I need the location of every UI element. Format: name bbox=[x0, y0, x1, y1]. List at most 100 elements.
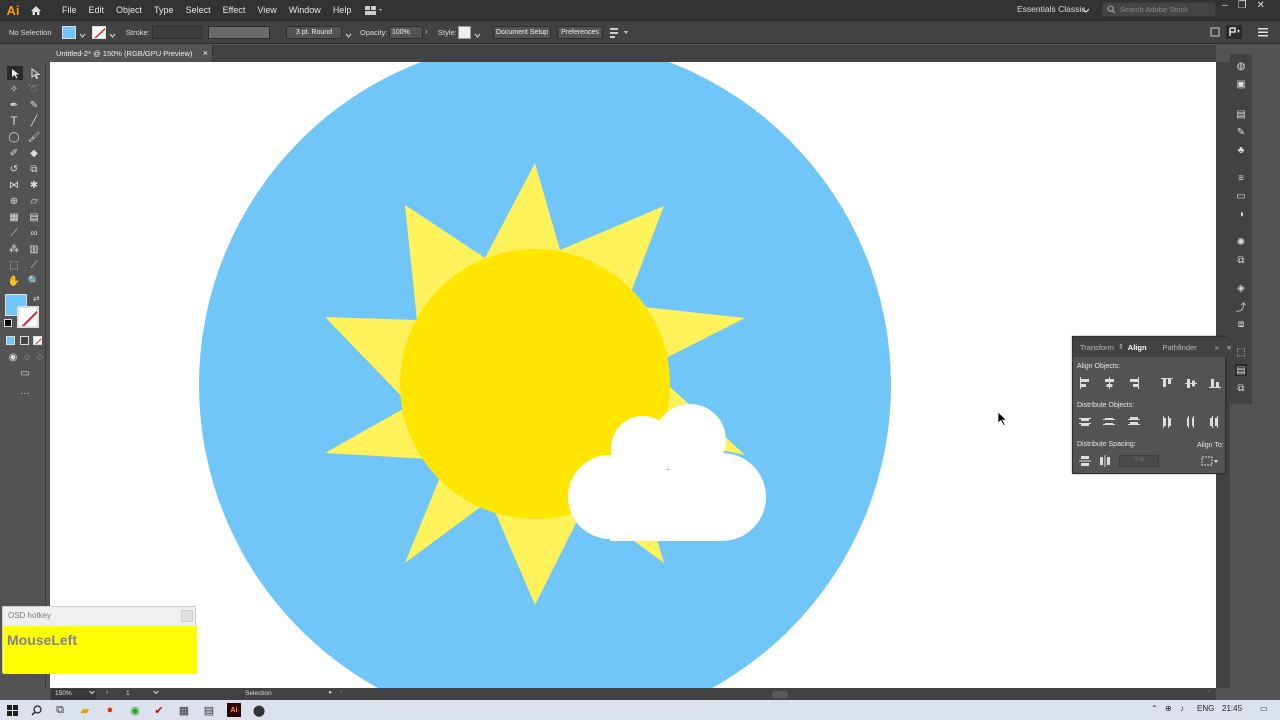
puppet-warp-tool-icon[interactable]: ✱ bbox=[27, 178, 41, 192]
chevron-right-icon[interactable]: › bbox=[425, 27, 428, 36]
notifications-icon[interactable]: ▭ bbox=[1260, 704, 1268, 713]
menu-file[interactable]: File bbox=[56, 5, 83, 15]
slice-tool-icon[interactable]: ⟋ bbox=[27, 258, 41, 272]
obs-icon[interactable]: ⬤ bbox=[252, 703, 266, 717]
pathfinder-icon[interactable]: ⧉ bbox=[1235, 382, 1247, 394]
language-indicator[interactable]: ENG bbox=[1197, 704, 1214, 713]
horizontal-align-right-icon[interactable] bbox=[1128, 377, 1140, 389]
shape-builder-tool-icon[interactable]: ⊕ bbox=[7, 194, 21, 208]
libraries-icon[interactable]: ◍ bbox=[1235, 60, 1247, 72]
chevron-down-icon[interactable] bbox=[109, 29, 116, 41]
pen-tool-icon[interactable]: ✒ bbox=[7, 98, 21, 112]
horizontal-distribute-center-icon[interactable] bbox=[1185, 416, 1197, 428]
artboard-number[interactable]: 1 bbox=[126, 690, 130, 697]
gradient-tool-icon[interactable]: ▤ bbox=[27, 210, 41, 224]
selection-tool-icon[interactable] bbox=[7, 66, 23, 80]
panel-menu-icon[interactable]: ≡ bbox=[1223, 343, 1235, 352]
scroll-left-icon[interactable]: ‹ bbox=[340, 688, 342, 695]
horizontal-distribute-left-icon[interactable] bbox=[1161, 416, 1173, 428]
menu-select[interactable]: Select bbox=[180, 5, 217, 15]
app-icon[interactable]: ✔ bbox=[152, 703, 166, 717]
previous-artboard-icon[interactable]: ‹ bbox=[106, 689, 108, 696]
lasso-tool-icon[interactable]: ➰ bbox=[27, 82, 41, 96]
graphic-style-swatch[interactable] bbox=[458, 26, 471, 39]
stroke-panel-icon[interactable]: ≡ bbox=[1235, 172, 1247, 184]
symbols-icon[interactable]: ♣ bbox=[1235, 144, 1247, 156]
chevron-down-icon[interactable] bbox=[79, 29, 86, 41]
workspace-switcher[interactable]: Essentials Classic bbox=[1017, 4, 1086, 14]
fill-swatch[interactable] bbox=[62, 26, 76, 39]
document-tab[interactable]: Untitled-2* @ 150% (RGB/GPU Preview) × bbox=[50, 45, 213, 62]
scale-tool-icon[interactable]: ⧉ bbox=[27, 162, 41, 176]
curvature-tool-icon[interactable]: ✎ bbox=[27, 98, 41, 112]
volume-icon[interactable]: ♪ bbox=[1180, 704, 1184, 713]
show-hidden-icons[interactable]: ⌃ bbox=[1151, 704, 1158, 713]
eraser-tool-icon[interactable]: ◆ bbox=[27, 146, 41, 160]
tab-transform[interactable]: Transform bbox=[1076, 343, 1118, 352]
variable-width-profile[interactable] bbox=[208, 26, 270, 39]
clock[interactable]: 21:45 bbox=[1222, 704, 1242, 713]
horizontal-distribute-right-icon[interactable] bbox=[1209, 416, 1221, 428]
mesh-tool-icon[interactable]: ▦ bbox=[7, 210, 21, 224]
more-tools-icon[interactable]: ··· bbox=[16, 386, 34, 400]
transform-panel-icon[interactable]: ⬚ bbox=[1235, 346, 1247, 358]
arrange-icon[interactable] bbox=[610, 27, 632, 41]
chevron-down-icon[interactable] bbox=[1082, 5, 1090, 17]
horizontal-scroll-thumb[interactable] bbox=[772, 691, 788, 698]
arrange-documents-button[interactable] bbox=[365, 5, 383, 15]
ellipse-tool-icon[interactable]: ◯ bbox=[7, 130, 21, 144]
chrome-icon[interactable]: ◉ bbox=[128, 703, 142, 717]
layers-icon[interactable]: ◈ bbox=[1235, 282, 1247, 294]
eyedropper-tool-icon[interactable]: ⟋ bbox=[7, 226, 21, 240]
menu-effect[interactable]: Effect bbox=[217, 5, 252, 15]
zoom-tool-icon[interactable]: 🔍 bbox=[27, 274, 41, 288]
stroke-weight-input[interactable] bbox=[152, 26, 202, 39]
none-mode-icon[interactable] bbox=[33, 336, 42, 345]
app-icon[interactable]: ▤ bbox=[202, 703, 216, 717]
document-setup-button[interactable]: Document Setup bbox=[493, 26, 551, 39]
vertical-distribute-bottom-icon[interactable] bbox=[1128, 416, 1140, 428]
artboard-canvas[interactable] bbox=[50, 62, 1216, 688]
illustrator-taskbar-icon[interactable]: Ai bbox=[227, 703, 241, 717]
status-menu-icon[interactable]: ▸ bbox=[329, 688, 332, 696]
color-guide-icon[interactable]: ▤ bbox=[1235, 108, 1247, 120]
horizontal-distribute-space-icon[interactable] bbox=[1099, 455, 1111, 467]
collapse-panel-icon[interactable]: » bbox=[1211, 343, 1223, 352]
task-view-icon[interactable]: ⧉ bbox=[53, 703, 67, 717]
artboards-icon[interactable]: ⧈ bbox=[1235, 318, 1247, 330]
asset-export-icon[interactable]: ⤴ bbox=[1235, 300, 1247, 314]
type-tool-icon[interactable]: T bbox=[7, 114, 21, 128]
chevron-down-icon[interactable] bbox=[345, 29, 352, 41]
default-colors-icon[interactable] bbox=[4, 319, 12, 327]
scroll-right-icon[interactable]: › bbox=[1208, 688, 1210, 695]
file-explorer-icon[interactable]: ▰ bbox=[78, 703, 92, 717]
chevron-down-icon[interactable] bbox=[89, 690, 95, 697]
appearance-icon[interactable]: ✺ bbox=[1235, 236, 1247, 248]
restore-icon[interactable]: ❐ bbox=[1238, 0, 1247, 11]
menu-object[interactable]: Object bbox=[110, 5, 148, 15]
menu-help[interactable]: Help bbox=[327, 5, 358, 15]
menu-edit[interactable]: Edit bbox=[83, 5, 111, 15]
line-tool-icon[interactable]: ╱ bbox=[27, 114, 41, 128]
align-to-selection-icon[interactable] bbox=[1201, 455, 1219, 467]
tab-pathfinder[interactable]: Pathfinder bbox=[1159, 343, 1201, 352]
hand-tool-icon[interactable]: ✋ bbox=[7, 274, 21, 288]
menu-window[interactable]: Window bbox=[283, 5, 327, 15]
artboard-tool-icon[interactable]: ⬚ bbox=[7, 258, 21, 272]
osd-close-button[interactable] bbox=[181, 610, 193, 622]
menu-view[interactable]: View bbox=[251, 5, 282, 15]
firefox-icon[interactable]: ● bbox=[103, 703, 117, 717]
vertical-distribute-space-icon[interactable] bbox=[1079, 455, 1091, 467]
chevron-down-icon[interactable] bbox=[153, 690, 159, 697]
shaper-tool-icon[interactable]: ✐ bbox=[7, 146, 21, 160]
brushes-icon[interactable]: ✎ bbox=[1235, 126, 1247, 138]
blend-tool-icon[interactable]: ∞ bbox=[27, 226, 41, 240]
preferences-button[interactable]: Preferences bbox=[557, 26, 603, 39]
rotate-tool-icon[interactable]: ↺ bbox=[7, 162, 21, 176]
close-tab-icon[interactable]: × bbox=[203, 48, 208, 58]
search-icon[interactable] bbox=[29, 703, 43, 717]
vertical-align-top-icon[interactable] bbox=[1161, 377, 1173, 389]
draw-mode-icon[interactable]: ◉ bbox=[6, 350, 20, 364]
vertical-align-center-icon[interactable] bbox=[1185, 377, 1197, 389]
properties-icon[interactable]: ▣ bbox=[1235, 78, 1247, 90]
